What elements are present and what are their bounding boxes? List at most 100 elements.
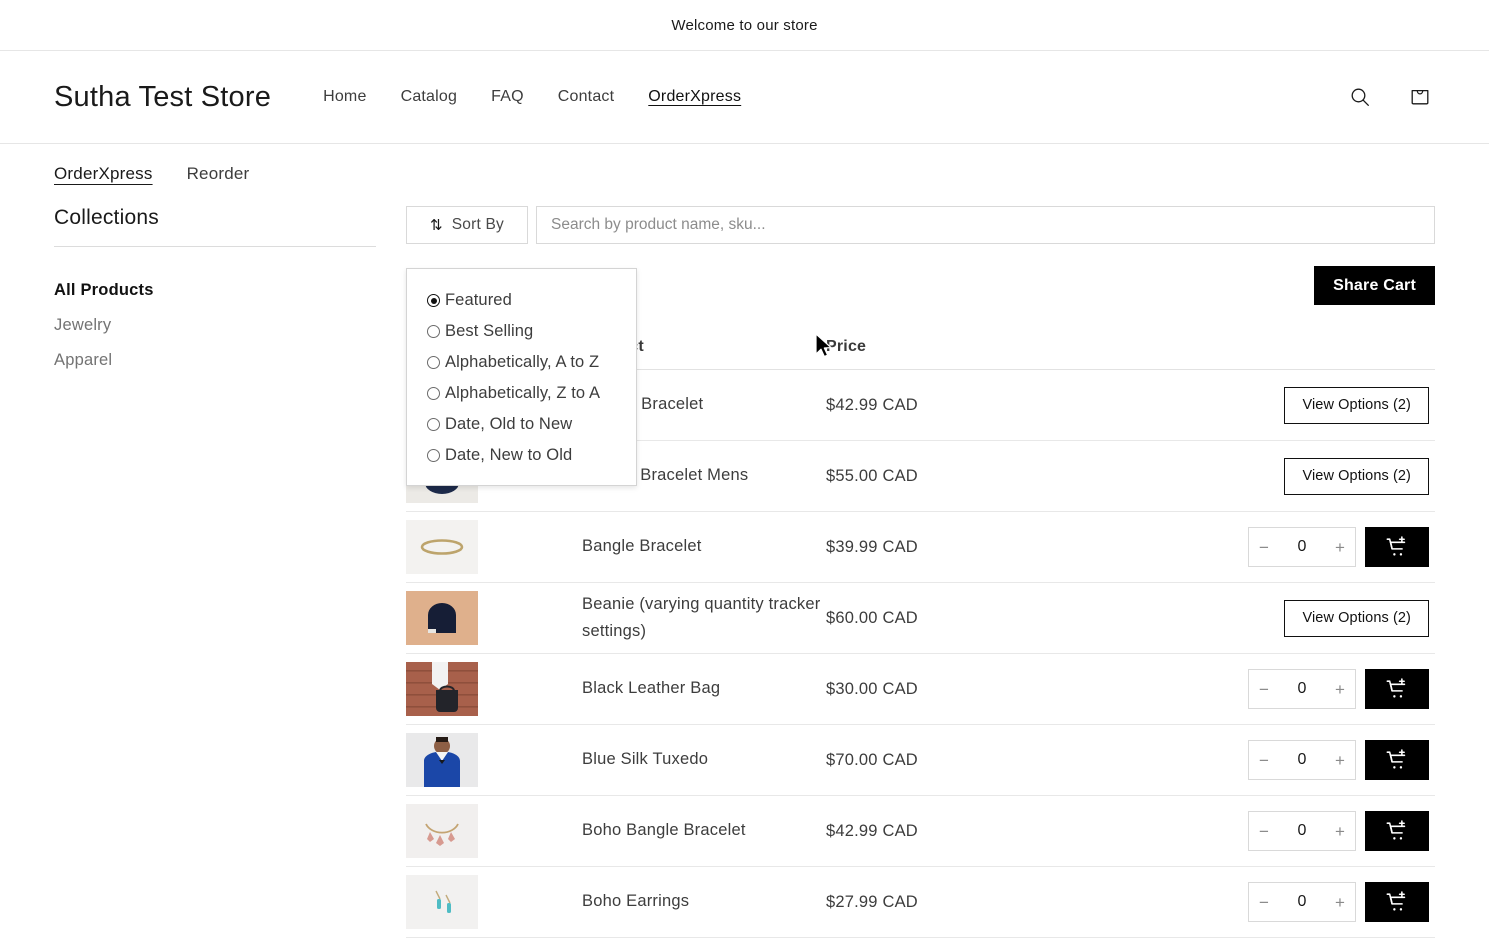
shopping-bag-icon[interactable] [1405, 82, 1435, 112]
nav-item-faq[interactable]: FAQ [491, 88, 524, 106]
quantity-increment-button[interactable]: + [1325, 670, 1355, 708]
product-image [406, 804, 478, 858]
radio-icon [427, 294, 440, 307]
sort-option-date-new-to-old[interactable]: Date, New to Old [407, 440, 636, 471]
product-name[interactable]: Boho Earrings [486, 888, 826, 915]
quantity-stepper[interactable]: − 0 + [1248, 527, 1356, 567]
add-to-cart-button[interactable] [1365, 882, 1429, 922]
view-options-button[interactable]: View Options (2) [1284, 458, 1429, 495]
quantity-decrement-button[interactable]: − [1249, 883, 1279, 921]
cart-plus-icon [1385, 819, 1410, 844]
nav-item-catalog[interactable]: Catalog [401, 88, 458, 106]
product-name[interactable]: Beanie (varying quantity tracker setting… [486, 591, 826, 645]
store-logo[interactable]: Sutha Test Store [54, 81, 271, 114]
add-to-cart-button[interactable] [1365, 740, 1429, 780]
toolbar: ⇅ Sort By [406, 206, 1435, 244]
sort-option-alphabetically-z-a[interactable]: Alphabetically, Z to A [407, 378, 636, 409]
add-to-cart-button[interactable] [1365, 811, 1429, 851]
quantity-stepper[interactable]: − 0 + [1248, 882, 1356, 922]
product-price: $55.00 CAD [826, 467, 1076, 486]
sort-option-date-old-to-new[interactable]: Date, Old to New [407, 409, 636, 440]
quantity-value: 0 [1279, 893, 1325, 911]
add-to-cart-button[interactable] [1365, 669, 1429, 709]
radio-icon [427, 449, 440, 462]
quantity-group: − 0 + [1248, 811, 1429, 851]
quantity-increment-button[interactable]: + [1325, 741, 1355, 779]
table-row: Boho Bangle Bracelet $42.99 CAD − 0 + [406, 796, 1435, 867]
sort-option-label: Best Selling [445, 322, 533, 341]
product-price: $42.99 CAD [826, 396, 1076, 415]
share-cart-button[interactable]: Share Cart [1314, 266, 1435, 305]
quantity-decrement-button[interactable]: − [1249, 528, 1279, 566]
sort-option-label: Alphabetically, Z to A [445, 384, 600, 403]
quantity-increment-button[interactable]: + [1325, 528, 1355, 566]
product-name[interactable]: Boho Bangle Bracelet [486, 817, 826, 844]
sidebar-item-all-products[interactable]: All Products [54, 273, 376, 308]
cart-plus-icon [1385, 748, 1410, 773]
product-price: $27.99 CAD [826, 893, 1076, 912]
quantity-value: 0 [1279, 822, 1325, 840]
product-action-cell: View Options (2) [1076, 387, 1435, 424]
collections-title: Collections [54, 206, 376, 230]
nav-item-contact[interactable]: Contact [558, 88, 615, 106]
search-icon[interactable] [1345, 82, 1375, 112]
quantity-value: 0 [1279, 751, 1325, 769]
sidebar-divider [54, 246, 376, 247]
quantity-value: 0 [1279, 538, 1325, 556]
product-name[interactable]: Black Leather Bag [486, 675, 826, 702]
quantity-stepper[interactable]: − 0 + [1248, 811, 1356, 851]
subnav-item-orderxpress[interactable]: OrderXpress [54, 164, 153, 184]
quantity-increment-button[interactable]: + [1325, 812, 1355, 850]
quantity-group: − 0 + [1248, 740, 1429, 780]
product-price: $60.00 CAD [826, 609, 1076, 628]
product-image [406, 733, 478, 787]
product-thumbnail-cell [406, 804, 486, 858]
quantity-decrement-button[interactable]: − [1249, 741, 1279, 779]
quantity-stepper[interactable]: − 0 + [1248, 669, 1356, 709]
sort-by-dropdown-menu[interactable]: Featured Best Selling Alphabetically, A … [406, 268, 637, 486]
product-price: $42.99 CAD [826, 822, 1076, 841]
view-options-button[interactable]: View Options (2) [1284, 600, 1429, 637]
product-action-cell: View Options (2) [1076, 458, 1435, 495]
product-image [406, 591, 478, 645]
cart-plus-icon [1385, 890, 1410, 915]
sort-option-alphabetically-a-z[interactable]: Alphabetically, A to Z [407, 347, 636, 378]
quantity-stepper[interactable]: − 0 + [1248, 740, 1356, 780]
table-row: Beanie (varying quantity tracker setting… [406, 583, 1435, 654]
sidebar-item-apparel[interactable]: Apparel [54, 343, 376, 378]
quantity-decrement-button[interactable]: − [1249, 812, 1279, 850]
search-field-wrapper [536, 206, 1435, 244]
product-thumbnail-cell [406, 662, 486, 716]
table-row: Blue Silk Tuxedo $70.00 CAD − 0 + [406, 725, 1435, 796]
search-input[interactable] [536, 206, 1435, 244]
cart-plus-icon [1385, 677, 1410, 702]
product-name[interactable]: Bangle Bracelet [486, 533, 826, 560]
quantity-decrement-button[interactable]: − [1249, 670, 1279, 708]
nav-item-orderxpress[interactable]: OrderXpress [648, 88, 741, 106]
product-action-cell: View Options (2) [1076, 600, 1435, 637]
product-thumbnail-cell [406, 520, 486, 574]
sort-option-featured[interactable]: Featured [407, 285, 636, 316]
announcement-bar: Welcome to our store [0, 0, 1489, 51]
radio-icon [427, 356, 440, 369]
header-actions [1345, 82, 1435, 112]
product-action-cell: − 0 + [1076, 669, 1435, 709]
nav-item-home[interactable]: Home [323, 88, 366, 106]
subnav-item-reorder[interactable]: Reorder [187, 164, 250, 184]
product-price: $70.00 CAD [826, 751, 1076, 770]
add-to-cart-button[interactable] [1365, 527, 1429, 567]
product-thumbnail-cell [406, 733, 486, 787]
quantity-increment-button[interactable]: + [1325, 883, 1355, 921]
radio-icon [427, 418, 440, 431]
product-image [406, 875, 478, 929]
announcement-text: Welcome to our store [671, 17, 817, 34]
sort-option-best-selling[interactable]: Best Selling [407, 316, 636, 347]
product-action-cell: − 0 + [1076, 527, 1435, 567]
product-action-cell: − 0 + [1076, 811, 1435, 851]
product-action-cell: − 0 + [1076, 882, 1435, 922]
sub-navigation: OrderXpress Reorder [0, 144, 1489, 184]
product-name[interactable]: Blue Silk Tuxedo [486, 746, 826, 773]
sidebar-item-jewelry[interactable]: Jewelry [54, 308, 376, 343]
view-options-button[interactable]: View Options (2) [1284, 387, 1429, 424]
sort-by-button[interactable]: ⇅ Sort By [406, 206, 528, 244]
